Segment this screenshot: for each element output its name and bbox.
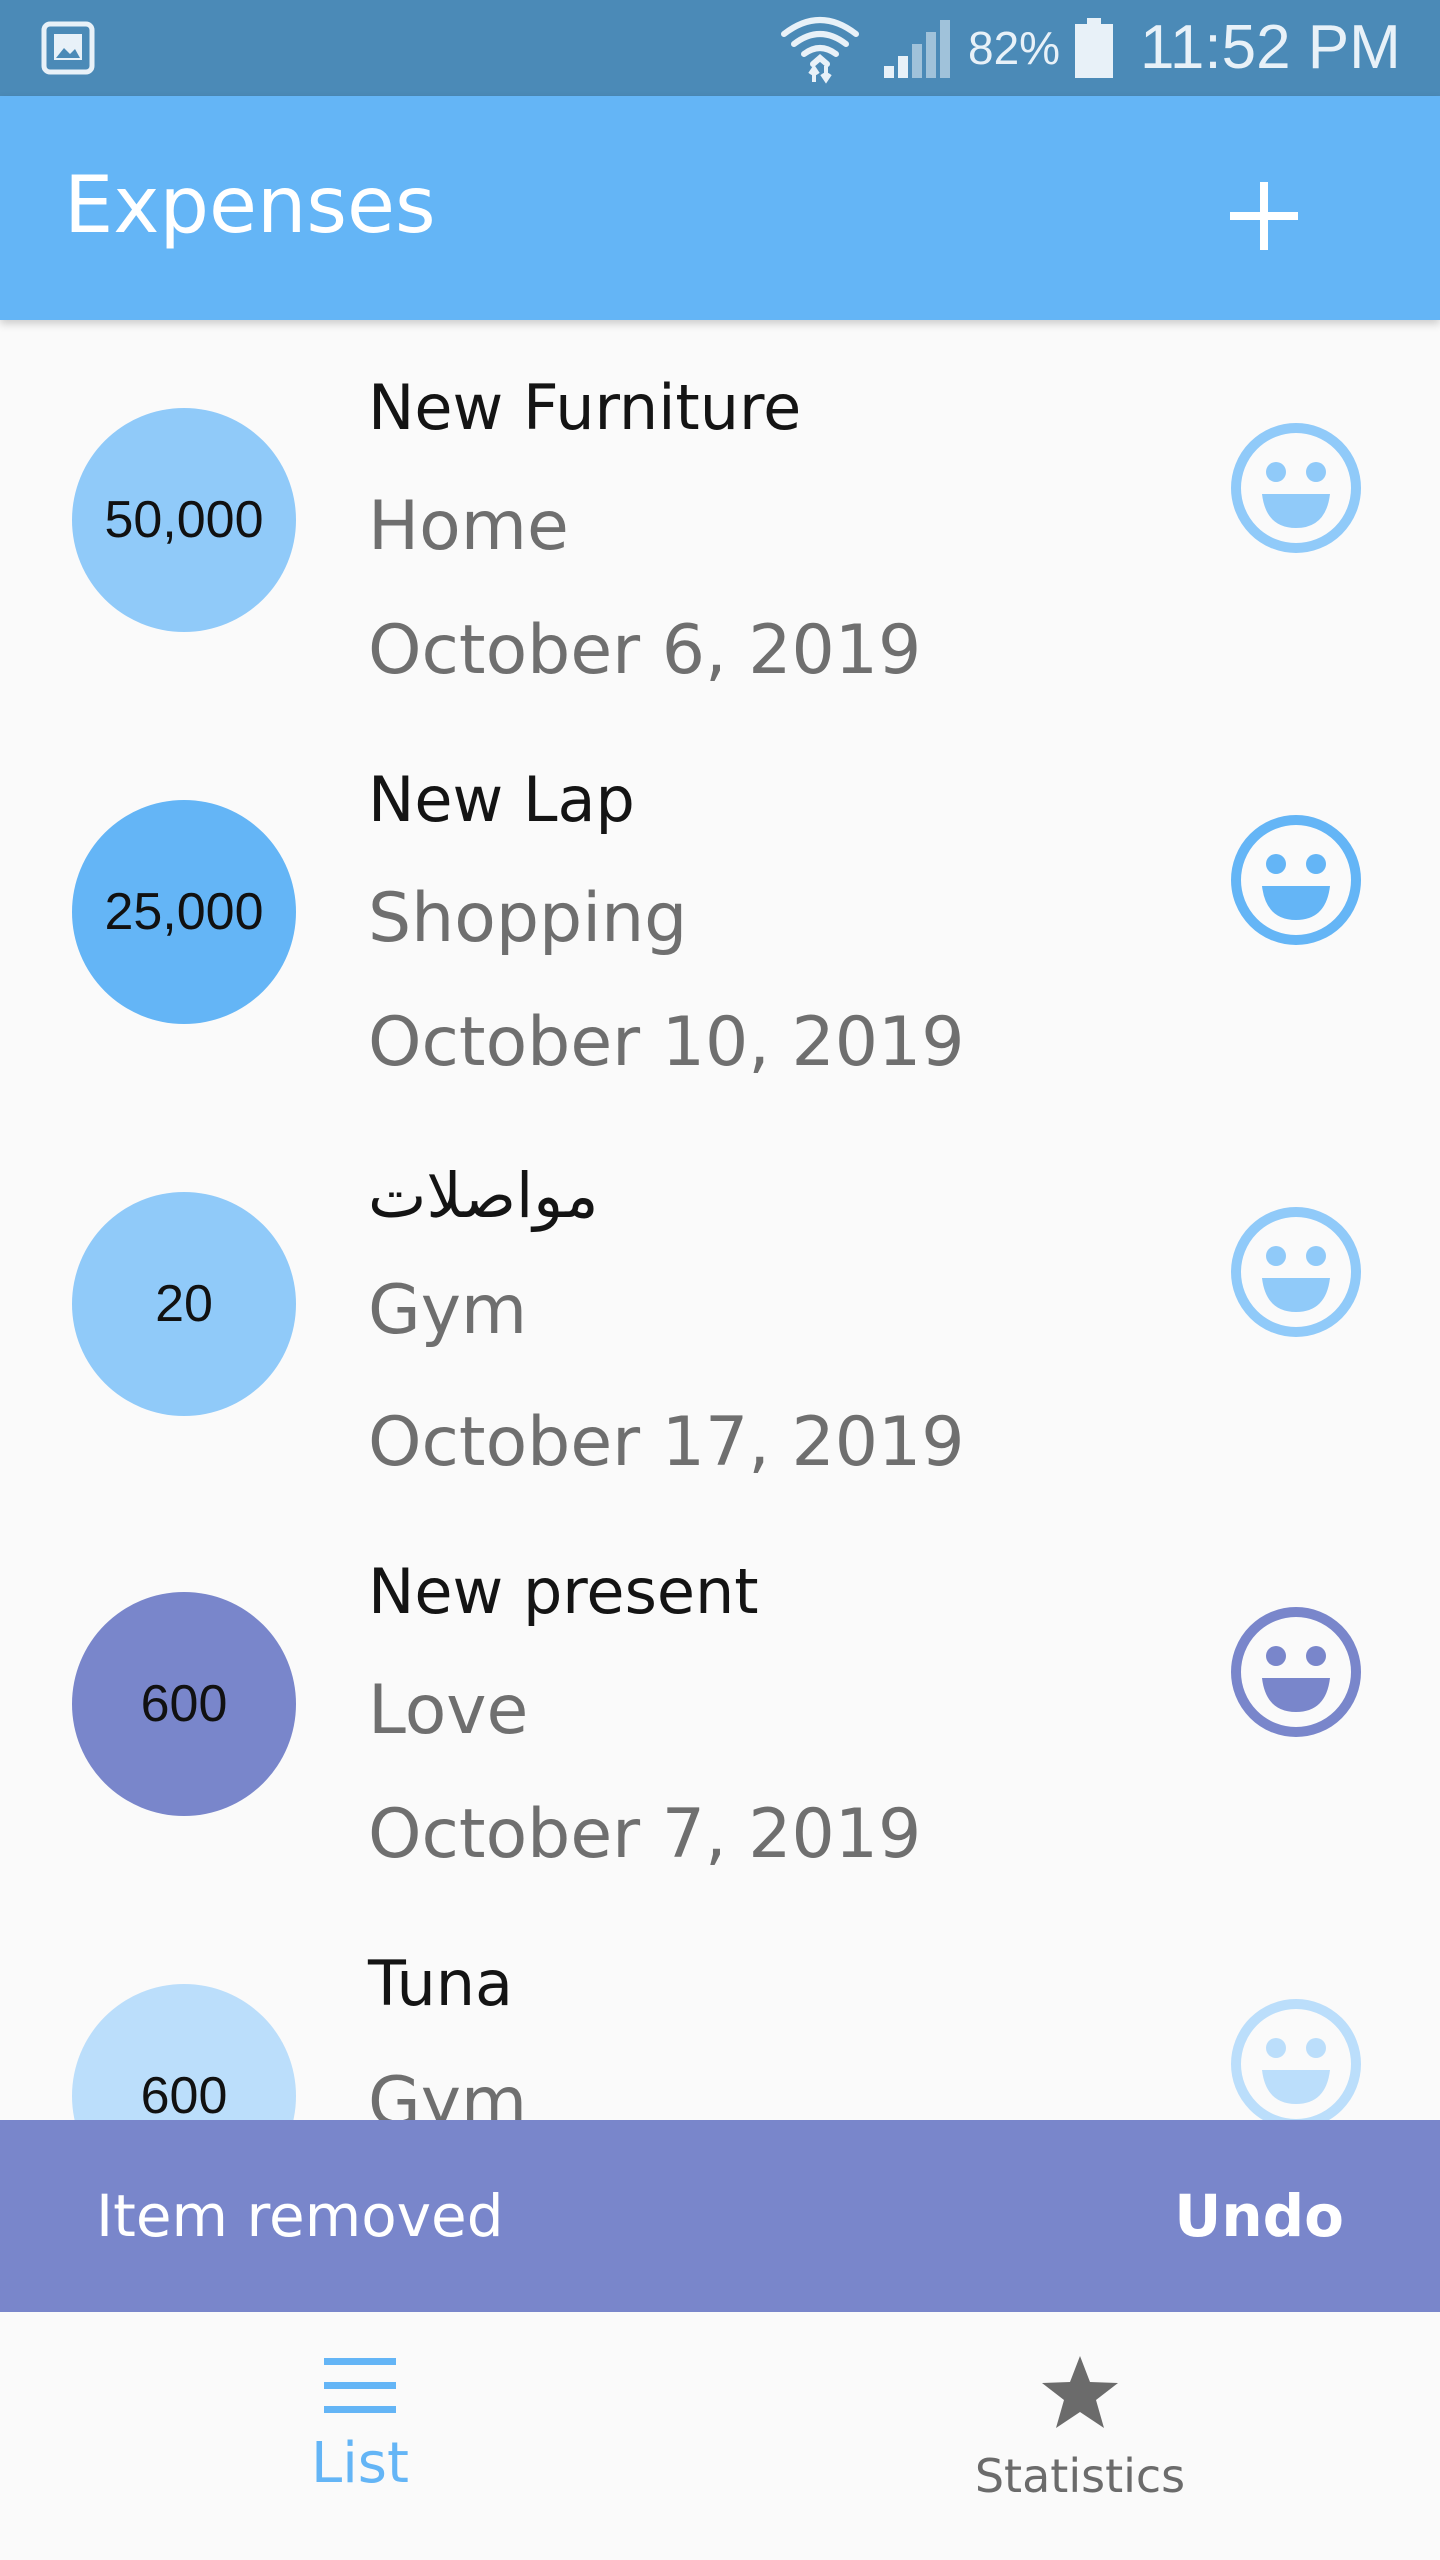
amount-value: 50,000 — [104, 491, 264, 549]
tab-list-label: List — [311, 2431, 409, 2496]
expense-date: October 10, 2019 — [368, 1003, 965, 1082]
expense-category: Gym — [368, 2063, 528, 2120]
amount-value: 600 — [140, 2067, 228, 2120]
expense-date: October 17, 2019 — [368, 1403, 965, 1482]
expense-date: October 6, 2019 — [368, 611, 922, 690]
status-bar: 82% 11:52 PM — [0, 0, 1440, 96]
expense-title: مواصلات — [368, 1159, 599, 1232]
amount-value: 20 — [155, 1275, 213, 1333]
smiley-icon — [1231, 1999, 1361, 2120]
undo-button[interactable]: Undo — [1174, 2180, 1344, 2252]
amount-badge: 600 — [72, 1984, 296, 2120]
smiley-icon — [1231, 1607, 1361, 1737]
smiley-icon — [1231, 1207, 1361, 1337]
expense-category: Home — [368, 487, 569, 566]
snackbar-message: Item removed — [96, 2182, 504, 2250]
expense-date: October 7, 2019 — [368, 1795, 922, 1874]
amount-badge: 600 — [72, 1592, 296, 1816]
snackbar: Item removed Undo — [0, 2120, 1440, 2312]
expense-category: Shopping — [368, 879, 688, 958]
gallery-icon — [41, 21, 95, 75]
amount-badge: 25,000 — [72, 800, 296, 1024]
add-expense-button[interactable] — [1200, 152, 1328, 280]
expense-title: New present — [368, 1555, 759, 1628]
plus-icon — [1230, 182, 1298, 250]
expense-item[interactable]: 600 New present Love October 7, 2019 — [0, 1504, 1440, 1896]
tab-statistics-label: Statistics — [974, 2449, 1186, 2503]
expense-title: Tuna — [368, 1947, 514, 2020]
battery-percentage: 82% — [968, 22, 1061, 74]
wifi-icon — [781, 17, 859, 84]
amount-value: 600 — [140, 1675, 228, 1733]
amount-badge: 20 — [72, 1192, 296, 1416]
amount-badge: 50,000 — [72, 408, 296, 632]
expense-list[interactable]: 50,000 New Furniture Home October 6, 201… — [0, 320, 1440, 2120]
battery-icon — [1075, 18, 1113, 78]
expense-item[interactable]: 25,000 New Lap Shopping October 10, 2019 — [0, 712, 1440, 1104]
smiley-icon — [1231, 423, 1361, 553]
expense-item[interactable]: 20 مواصلات Gym October 17, 2019 — [0, 1104, 1440, 1496]
expense-item[interactable]: 600 Tuna Gym — [0, 1896, 1440, 2120]
star-icon — [1042, 2356, 1118, 2428]
expense-title: New Lap — [368, 763, 635, 836]
signal-icon — [884, 20, 950, 78]
expense-category: Gym — [368, 1271, 528, 1350]
smiley-icon — [1231, 815, 1361, 945]
tab-list[interactable]: List — [0, 2312, 720, 2560]
page-title: Expenses — [64, 161, 436, 251]
list-icon — [324, 2358, 396, 2413]
expense-title: New Furniture — [368, 371, 802, 444]
tab-statistics[interactable]: Statistics — [720, 2312, 1440, 2560]
app-bar: Expenses — [0, 96, 1440, 320]
expense-category: Love — [368, 1671, 529, 1750]
clock: 11:52 PM — [1140, 13, 1401, 82]
expense-item[interactable]: 50,000 New Furniture Home October 6, 201… — [0, 320, 1440, 712]
bottom-navigation: List Statistics — [0, 2312, 1440, 2560]
amount-value: 25,000 — [104, 883, 264, 941]
